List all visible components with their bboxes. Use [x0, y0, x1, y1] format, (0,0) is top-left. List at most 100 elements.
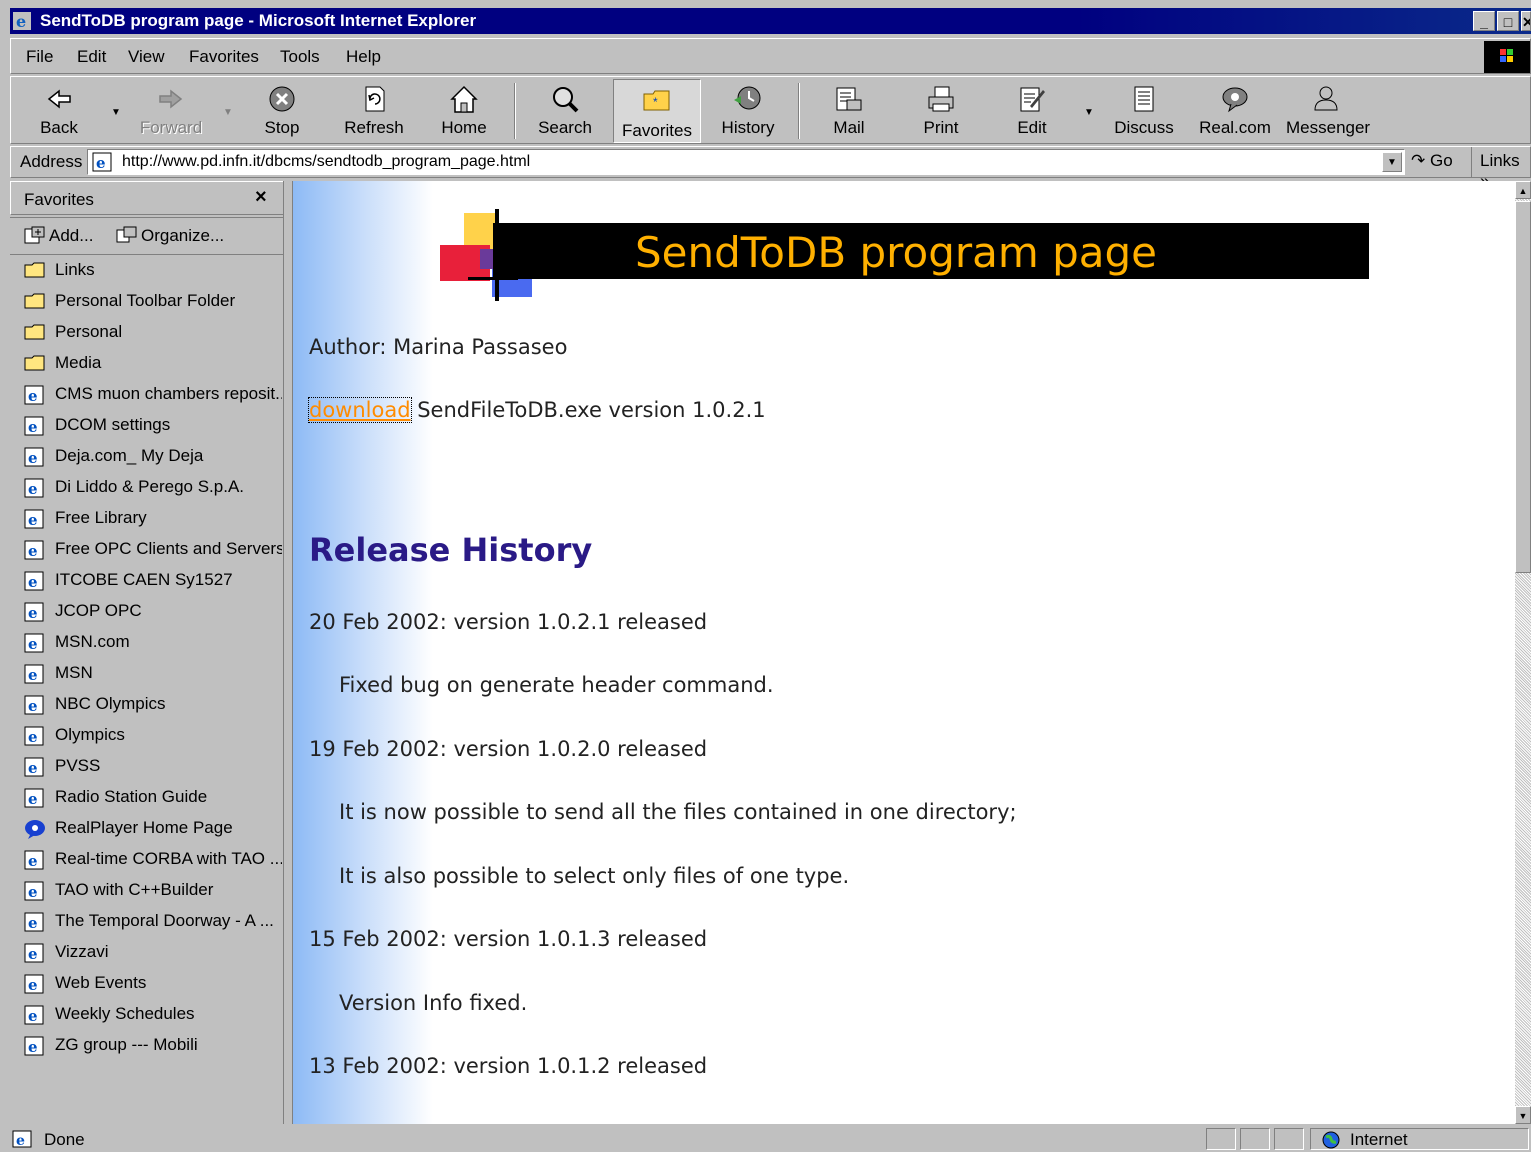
- menu-file[interactable]: File: [26, 47, 53, 67]
- windows-logo-icon: [1484, 41, 1530, 73]
- realcom-button[interactable]: Real.com: [1195, 79, 1275, 143]
- edit-dropdown-icon[interactable]: ▼: [1084, 107, 1094, 118]
- forward-dropdown-icon[interactable]: ▼: [223, 107, 233, 118]
- menu-help[interactable]: Help: [346, 47, 381, 67]
- print-button[interactable]: Print: [901, 79, 981, 143]
- ie-page-icon: e: [24, 974, 44, 994]
- mail-button[interactable]: Mail: [809, 79, 889, 143]
- status-text: Done: [44, 1130, 85, 1149]
- favorites-item[interactable]: e TAO with C++Builder: [24, 877, 282, 905]
- status-panel: [1206, 1128, 1236, 1150]
- favorites-item[interactable]: Personal Toolbar Folder: [24, 288, 282, 316]
- stop-button[interactable]: Stop: [242, 79, 322, 143]
- favorites-item[interactable]: RealPlayer Home Page: [24, 815, 282, 843]
- links-button[interactable]: Links »: [1471, 147, 1531, 190]
- svg-text:e: e: [16, 12, 26, 30]
- favorites-item[interactable]: e PVSS: [24, 753, 282, 781]
- svg-text:e: e: [28, 728, 38, 746]
- discuss-button[interactable]: Discuss: [1104, 79, 1184, 143]
- vertical-scrollbar[interactable]: ▲ ▼: [1515, 181, 1531, 1124]
- menu-edit[interactable]: Edit: [77, 47, 106, 67]
- title-bar[interactable]: e SendToDB program page - Microsoft Inte…: [10, 8, 1531, 34]
- svg-text:e: e: [28, 697, 38, 715]
- favorites-folder-icon: *: [643, 90, 670, 111]
- favorites-item[interactable]: e Deja.com_ My Deja: [24, 443, 282, 471]
- address-dropdown-button[interactable]: ▼: [1382, 152, 1402, 172]
- favorites-item[interactable]: e MSN.com: [24, 629, 282, 657]
- favorites-item[interactable]: Personal: [24, 319, 282, 347]
- close-icon[interactable]: ×: [255, 186, 267, 209]
- favorites-item[interactable]: e CMS muon chambers reposit...: [24, 381, 282, 409]
- forward-button[interactable]: Forward: [131, 79, 211, 143]
- globe-icon: [1322, 1131, 1340, 1149]
- edit-button[interactable]: Edit: [992, 79, 1072, 143]
- favorites-item[interactable]: e Di Liddo & Perego S.p.A.: [24, 474, 282, 502]
- ie-page-icon: e: [24, 788, 44, 808]
- pane-splitter[interactable]: [283, 181, 293, 1124]
- menu-favorites[interactable]: Favorites: [189, 47, 259, 67]
- forward-label: Forward: [139, 118, 203, 137]
- organize-favorites-button[interactable]: Organize...: [116, 226, 224, 246]
- add-favorite-label: Add...: [49, 226, 94, 245]
- ie-page-icon: e: [92, 152, 112, 172]
- scroll-up-button[interactable]: ▲: [1515, 181, 1531, 199]
- favorites-item[interactable]: e Olympics: [24, 722, 282, 750]
- ie-page-icon: e: [24, 1036, 44, 1056]
- favorites-item[interactable]: e DCOM settings: [24, 412, 282, 440]
- refresh-button[interactable]: Refresh: [334, 79, 414, 143]
- forward-arrow-icon: [159, 89, 183, 109]
- realplayer-icon: [25, 820, 45, 839]
- favorites-item[interactable]: e NBC Olympics: [24, 691, 282, 719]
- favorites-item[interactable]: e Free Library: [24, 505, 282, 533]
- ie-page-icon: e: [24, 757, 44, 777]
- favorites-item[interactable]: Links: [24, 257, 282, 285]
- favorites-item-label: PVSS: [55, 756, 101, 775]
- menu-view[interactable]: View: [128, 47, 165, 67]
- favorites-item[interactable]: e The Temporal Doorway - A ...: [24, 908, 282, 936]
- favorites-item-label: ZG group --- Mobili: [55, 1035, 198, 1054]
- close-window-button[interactable]: ✕: [1521, 11, 1531, 31]
- mail-icon: [836, 87, 862, 111]
- favorites-item[interactable]: e Free OPC Clients and Servers: [24, 536, 282, 564]
- home-button[interactable]: Home: [424, 79, 504, 143]
- favorites-item[interactable]: e Vizzavi: [24, 939, 282, 967]
- svg-text:e: e: [96, 154, 106, 172]
- scroll-down-button[interactable]: ▼: [1515, 1106, 1531, 1124]
- favorites-item[interactable]: e Radio Station Guide: [24, 784, 282, 812]
- favorites-item[interactable]: e ITCOBE CAEN Sy1527: [24, 567, 282, 595]
- address-url: http://www.pd.infn.it/dbcms/sendtodb_pro…: [122, 153, 531, 170]
- go-button[interactable]: ↷ Go: [1411, 151, 1453, 171]
- favorites-item[interactable]: e JCOP OPC: [24, 598, 282, 626]
- favorites-item[interactable]: e Real-time CORBA with TAO ...: [24, 846, 282, 874]
- favorites-item[interactable]: e MSN: [24, 660, 282, 688]
- back-button[interactable]: Back: [19, 79, 99, 143]
- favorites-item-label: Media: [55, 353, 102, 372]
- add-favorite-button[interactable]: Add...: [24, 226, 93, 246]
- history-icon: [734, 86, 761, 110]
- minimize-button[interactable]: _: [1473, 11, 1495, 31]
- messenger-button[interactable]: Messenger: [1286, 79, 1370, 143]
- favorites-button[interactable]: * Favorites: [613, 79, 701, 143]
- menu-tools[interactable]: Tools: [280, 47, 320, 67]
- favorites-item[interactable]: e ZG group --- Mobili: [24, 1032, 282, 1060]
- favorites-item[interactable]: e Web Events: [24, 970, 282, 998]
- status-panel: [1240, 1128, 1270, 1150]
- go-label: Go: [1429, 151, 1453, 170]
- favorites-item[interactable]: Media: [24, 350, 282, 378]
- scroll-thumb[interactable]: [1515, 201, 1531, 573]
- status-bar: e Done Internet: [0, 1126, 1531, 1152]
- download-link[interactable]: download: [308, 397, 412, 423]
- status-panel: [1274, 1128, 1304, 1150]
- favorites-item-label: NBC Olympics: [55, 694, 166, 713]
- favorites-actions: Add... Organize...: [10, 217, 286, 255]
- ie-page-icon: e: [24, 447, 44, 467]
- release-entry: 13 Feb 2002: version 1.0.1.2 released: [309, 1054, 708, 1078]
- search-button[interactable]: Search: [525, 79, 605, 143]
- favorites-item[interactable]: e Weekly Schedules: [24, 1001, 282, 1029]
- history-button[interactable]: History: [708, 79, 788, 143]
- favorites-item-label: Olympics: [55, 725, 125, 744]
- maximize-button[interactable]: □: [1497, 11, 1519, 31]
- realcom-label: Real.com: [1199, 118, 1271, 137]
- address-input[interactable]: e http://www.pd.infn.it/dbcms/sendtodb_p…: [87, 149, 1405, 175]
- back-dropdown-icon[interactable]: ▼: [111, 107, 121, 118]
